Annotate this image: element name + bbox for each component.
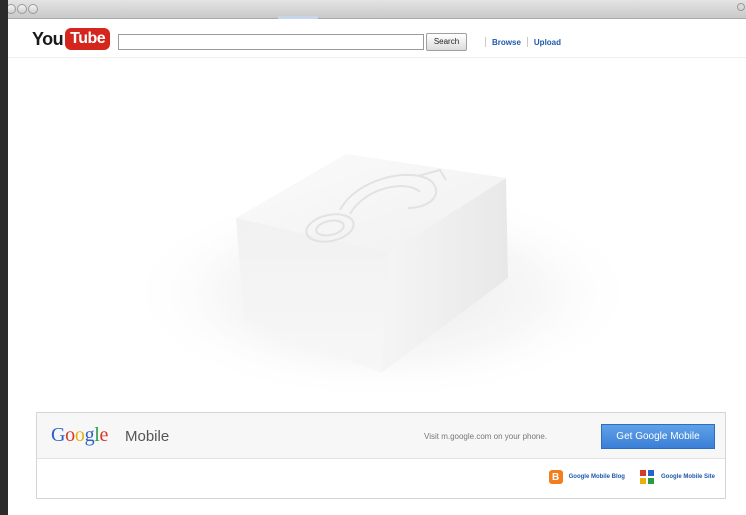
youtube-logo[interactable]: You Tube [32,27,111,51]
zoom-window-icon[interactable] [28,4,38,14]
browse-link[interactable]: Browse [492,38,521,47]
google-logo-letter: o [74,424,85,446]
upload-link[interactable]: Upload [534,38,561,47]
google-logo-letter: G [51,424,66,446]
hero-graphic [8,58,746,408]
get-google-mobile-button[interactable]: Get Google Mobile [601,424,715,449]
google-logo-letter: o [65,424,75,446]
youtube-logo-tube: Tube [65,28,111,50]
google-mobile-topbar: Google Mobile Visit m.google.com on your… [37,413,725,459]
google-logo-letter: g [84,424,95,446]
google-mobile-site-icon [639,470,654,484]
google-logo[interactable]: Google [51,423,108,447]
minimize-window-icon[interactable] [17,4,27,14]
youtube-nav: Browse Upload [479,37,561,47]
toolbar-toggle-icon[interactable] [737,3,745,11]
youtube-header: You Tube Search Browse Upload [8,19,746,58]
google-logo-letter: e [99,424,109,446]
google-mobile-site-link[interactable]: Google Mobile Site [661,474,715,480]
close-window-icon[interactable] [8,4,16,14]
search-button[interactable]: Search [426,33,467,51]
nav-divider [485,37,486,47]
window-titlebar [8,0,746,19]
google-cube-illustration [123,154,643,403]
google-mobile-links: B Google Mobile Blog Google Mobile Site [548,469,715,485]
youtube-logo-you: You [32,29,64,49]
google-mobile-blog-link[interactable]: Google Mobile Blog [569,474,625,480]
browser-window: You Tube Search Browse Upload Google Mob… [8,0,746,515]
product-name: Mobile [125,428,170,445]
search-input[interactable] [118,34,424,50]
nav-divider [526,37,528,47]
google-mobile-panel: Google Mobile Visit m.google.com on your… [36,412,726,499]
tagline: Visit m.google.com on your phone. [424,432,548,441]
blogger-icon: B [548,470,563,484]
